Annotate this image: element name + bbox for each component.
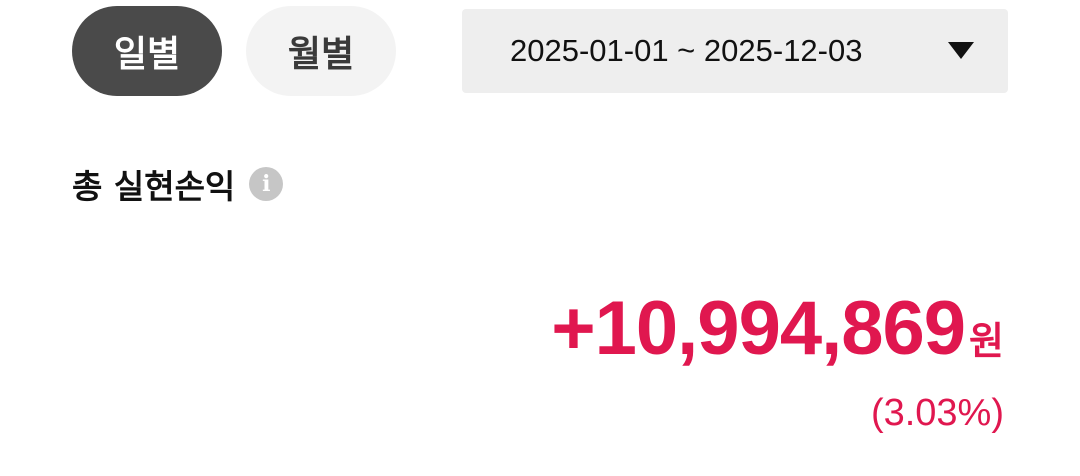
tab-daily[interactable]: 일별 [72,6,222,96]
return-rate: (3.03%) [870,392,1004,434]
amount-value: +10,994,869 [551,286,966,371]
realized-pnl-header: 총 실현손익 i [72,160,284,208]
date-range-value: 2025-01-01 ~ 2025-12-03 [510,33,863,68]
date-range-select[interactable]: 2025-01-01 ~ 2025-12-03 [462,9,1008,93]
caret-down-icon [948,42,974,59]
tab-monthly[interactable]: 월별 [246,6,396,96]
info-icon[interactable]: i [249,167,284,201]
currency-unit: 원 [969,319,1004,363]
realized-pnl-title: 총 실현손익 [72,167,236,206]
realized-pnl-amount: +10,994,869 원 [551,285,1004,372]
